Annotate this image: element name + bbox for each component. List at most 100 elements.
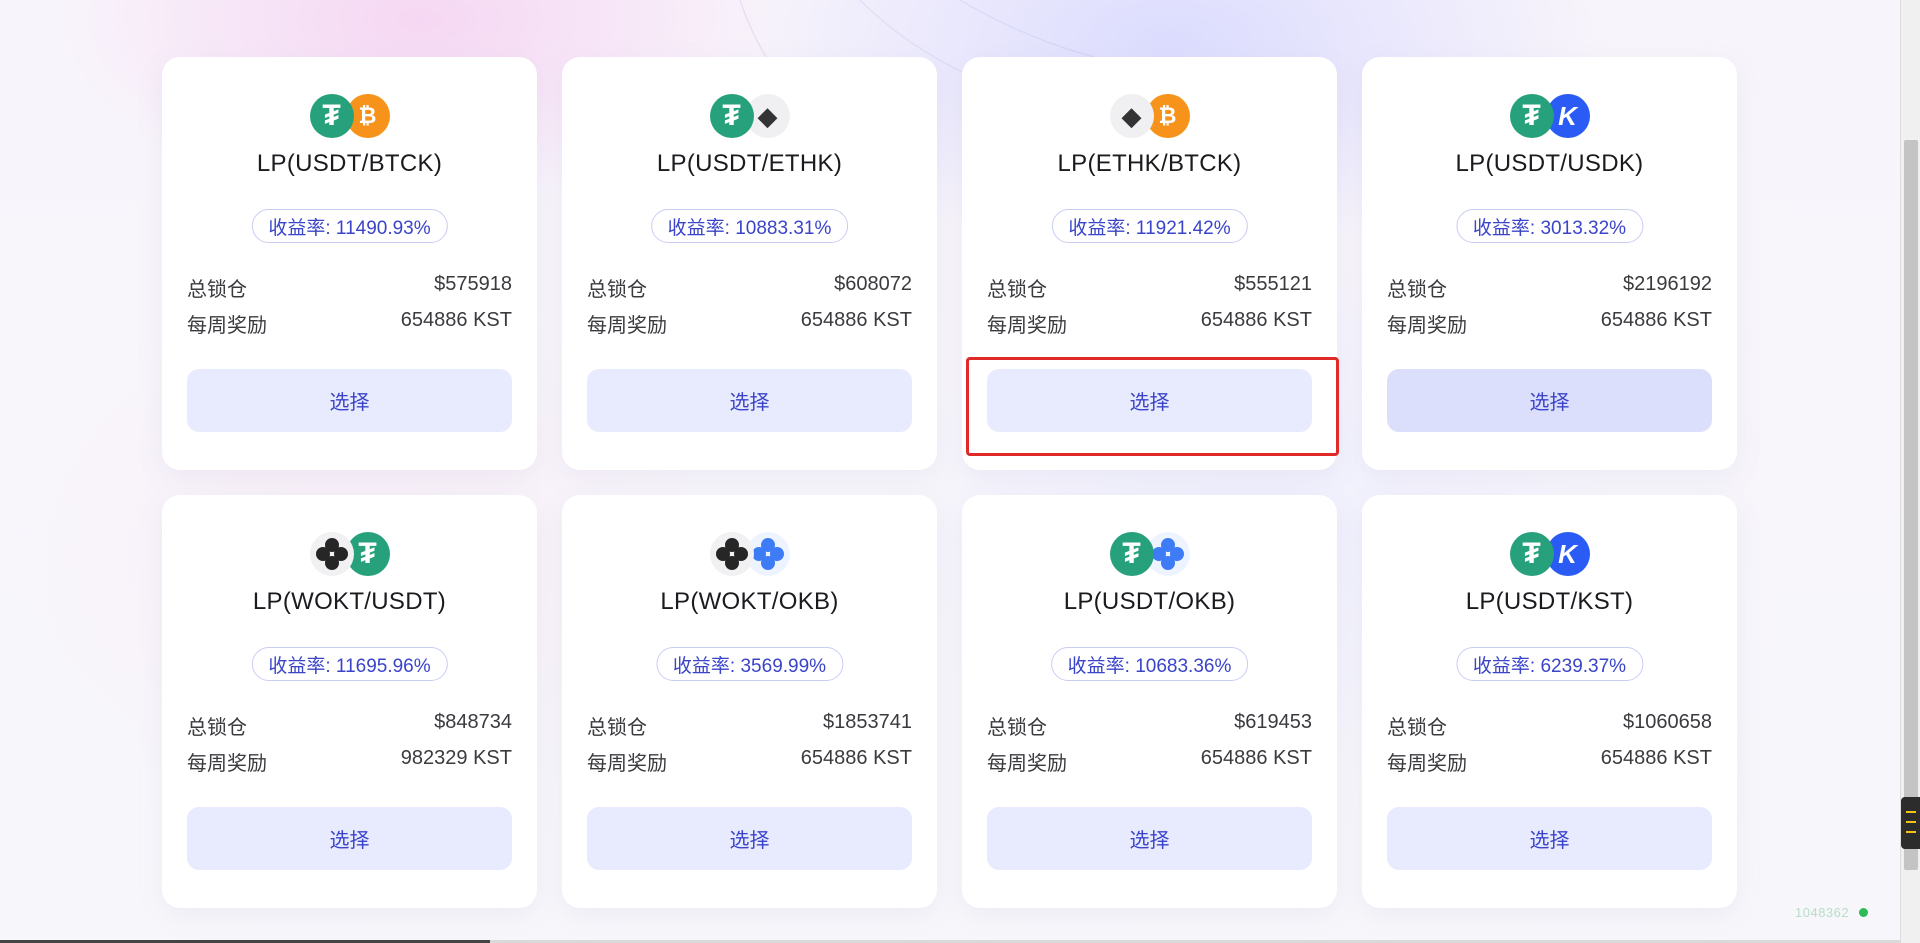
select-button[interactable]: 选择 bbox=[1387, 369, 1712, 432]
reward-label: 每周奖励 bbox=[187, 315, 267, 337]
pool-title: LP(USDT/USDK) bbox=[1455, 150, 1644, 177]
tvl-value: $608072 bbox=[834, 273, 912, 295]
apy-badge: 收益率: 11695.96% bbox=[251, 647, 448, 681]
select-button[interactable]: 选择 bbox=[587, 807, 912, 870]
side-toolbar-handle[interactable] bbox=[1901, 797, 1920, 849]
pool-card-wokt-usdt: ₮ LP(WOKT/USDT) 收益率: 11695.96% 总锁仓 $8487… bbox=[162, 495, 537, 908]
pair-icons: ₮ ◆ bbox=[709, 94, 790, 140]
tvl-label: 总锁仓 bbox=[587, 279, 647, 301]
tvl-value: $1060658 bbox=[1623, 711, 1712, 733]
pair-icons: ₮ bbox=[309, 532, 390, 578]
reward-row: 每周奖励 654886 KST bbox=[587, 747, 912, 776]
tvl-label: 总锁仓 bbox=[987, 717, 1047, 739]
wokt-icon bbox=[309, 532, 354, 576]
pool-card-ethk-btck: ◆ ₿ LP(ETHK/BTCK) 收益率: 11921.42% 总锁仓 $55… bbox=[962, 57, 1337, 470]
tvl-value: $848734 bbox=[434, 711, 512, 733]
pool-title: LP(ETHK/BTCK) bbox=[1057, 150, 1242, 177]
eth-icon: ◆ bbox=[1109, 94, 1154, 138]
apy-badge: 收益率: 6239.37% bbox=[1455, 647, 1644, 681]
apy-badge: 收益率: 11490.93% bbox=[251, 209, 448, 243]
tvl-row: 总锁仓 $848734 bbox=[187, 711, 512, 740]
apy-badge: 收益率: 10883.31% bbox=[650, 209, 849, 243]
pool-card-usdt-okb: ₮ LP(USDT/OKB) 收益率: 10683.36% 总锁仓 $61945… bbox=[962, 495, 1337, 908]
tvl-row: 总锁仓 $1060658 bbox=[1387, 711, 1712, 740]
usdt-icon: ₮ bbox=[309, 94, 354, 138]
tvl-row: 总锁仓 $575918 bbox=[187, 273, 512, 302]
apy-badge: 收益率: 3013.32% bbox=[1455, 209, 1644, 243]
apy-badge: 收益率: 11921.42% bbox=[1051, 209, 1248, 243]
pool-title: LP(USDT/BTCK) bbox=[256, 150, 443, 177]
reward-row: 每周奖励 654886 KST bbox=[1387, 309, 1712, 338]
reward-label: 每周奖励 bbox=[587, 753, 667, 775]
tvl-value: $2196192 bbox=[1623, 273, 1712, 295]
pair-icons: ◆ ₿ bbox=[1109, 94, 1190, 140]
usdt-icon: ₮ bbox=[1109, 532, 1154, 576]
select-button[interactable]: 选择 bbox=[1387, 807, 1712, 870]
status-indicator-icon bbox=[1859, 908, 1869, 917]
select-button[interactable]: 选择 bbox=[587, 369, 912, 432]
tvl-label: 总锁仓 bbox=[1387, 717, 1447, 739]
usdt-icon: ₮ bbox=[1509, 532, 1554, 576]
pool-grid: ₮ ₿ LP(USDT/BTCK) 收益率: 11490.93% 总锁仓 $57… bbox=[162, 57, 1737, 908]
pool-title: LP(WOKT/OKB) bbox=[660, 588, 839, 615]
reward-label: 每周奖励 bbox=[987, 315, 1067, 337]
usdt-icon: ₮ bbox=[1509, 94, 1554, 138]
tvl-label: 总锁仓 bbox=[187, 279, 247, 301]
tvl-value: $619453 bbox=[1234, 711, 1312, 733]
pool-card-wokt-okb: LP(WOKT/OKB) 收益率: 3569.99% 总锁仓 $1853741 … bbox=[562, 495, 937, 908]
select-button[interactable]: 选择 bbox=[987, 369, 1312, 432]
tvl-row: 总锁仓 $1853741 bbox=[587, 711, 912, 740]
tvl-label: 总锁仓 bbox=[987, 279, 1047, 301]
pair-icons: ₮ K bbox=[1509, 94, 1590, 140]
block-status: 1048362 bbox=[1795, 905, 1869, 920]
reward-value: 654886 KST bbox=[800, 309, 912, 331]
pair-icons: ₮ ₿ bbox=[309, 94, 390, 140]
tvl-row: 总锁仓 $2196192 bbox=[1387, 273, 1712, 302]
pool-card-usdt-usdk: ₮ K LP(USDT/USDK) 收益率: 3013.32% 总锁仓 $219… bbox=[1362, 57, 1737, 470]
reward-value: 982329 KST bbox=[400, 747, 512, 769]
tvl-value: $555121 bbox=[1234, 273, 1312, 295]
reward-label: 每周奖励 bbox=[1387, 753, 1467, 775]
select-button[interactable]: 选择 bbox=[187, 807, 512, 870]
pool-card-usdt-btck: ₮ ₿ LP(USDT/BTCK) 收益率: 11490.93% 总锁仓 $57… bbox=[162, 57, 537, 470]
reward-value: 654886 KST bbox=[1200, 747, 1312, 769]
pool-card-usdt-ethk: ₮ ◆ LP(USDT/ETHK) 收益率: 10883.31% 总锁仓 $60… bbox=[562, 57, 937, 470]
pool-title: LP(USDT/OKB) bbox=[1063, 588, 1236, 615]
tvl-row: 总锁仓 $555121 bbox=[987, 273, 1312, 302]
reward-value: 654886 KST bbox=[800, 747, 912, 769]
reward-row: 每周奖励 654886 KST bbox=[587, 309, 912, 338]
pool-title: LP(USDT/KST) bbox=[1465, 588, 1634, 615]
tvl-label: 总锁仓 bbox=[1387, 279, 1447, 301]
reward-label: 每周奖励 bbox=[587, 315, 667, 337]
pair-icons: ₮ bbox=[1109, 532, 1190, 578]
tvl-label: 总锁仓 bbox=[187, 717, 247, 739]
pair-icons bbox=[709, 532, 790, 578]
tvl-row: 总锁仓 $608072 bbox=[587, 273, 912, 302]
reward-value: 654886 KST bbox=[1600, 747, 1712, 769]
tvl-value: $1853741 bbox=[823, 711, 912, 733]
pool-card-usdt-kst: ₮ K LP(USDT/KST) 收益率: 6239.37% 总锁仓 $1060… bbox=[1362, 495, 1737, 908]
apy-badge: 收益率: 3569.99% bbox=[655, 647, 844, 681]
reward-value: 654886 KST bbox=[1200, 309, 1312, 331]
tvl-label: 总锁仓 bbox=[587, 717, 647, 739]
pair-icons: ₮ K bbox=[1509, 532, 1590, 578]
tvl-value: $575918 bbox=[434, 273, 512, 295]
reward-label: 每周奖励 bbox=[987, 753, 1067, 775]
reward-value: 654886 KST bbox=[400, 309, 512, 331]
scrollbar-thumb[interactable] bbox=[1904, 140, 1918, 870]
reward-row: 每周奖励 654886 KST bbox=[987, 747, 1312, 776]
reward-row: 每周奖励 654886 KST bbox=[987, 309, 1312, 338]
apy-badge: 收益率: 10683.36% bbox=[1050, 647, 1249, 681]
reward-value: 654886 KST bbox=[1600, 309, 1712, 331]
reward-label: 每周奖励 bbox=[187, 753, 267, 775]
reward-row: 每周奖励 654886 KST bbox=[187, 309, 512, 338]
reward-row: 每周奖励 982329 KST bbox=[187, 747, 512, 776]
pool-title: LP(USDT/ETHK) bbox=[656, 150, 843, 177]
usdt-icon: ₮ bbox=[709, 94, 754, 138]
tvl-row: 总锁仓 $619453 bbox=[987, 711, 1312, 740]
wokt-icon bbox=[709, 532, 754, 576]
select-button[interactable]: 选择 bbox=[987, 807, 1312, 870]
reward-label: 每周奖励 bbox=[1387, 315, 1467, 337]
select-button[interactable]: 选择 bbox=[187, 369, 512, 432]
pool-title: LP(WOKT/USDT) bbox=[252, 588, 447, 615]
